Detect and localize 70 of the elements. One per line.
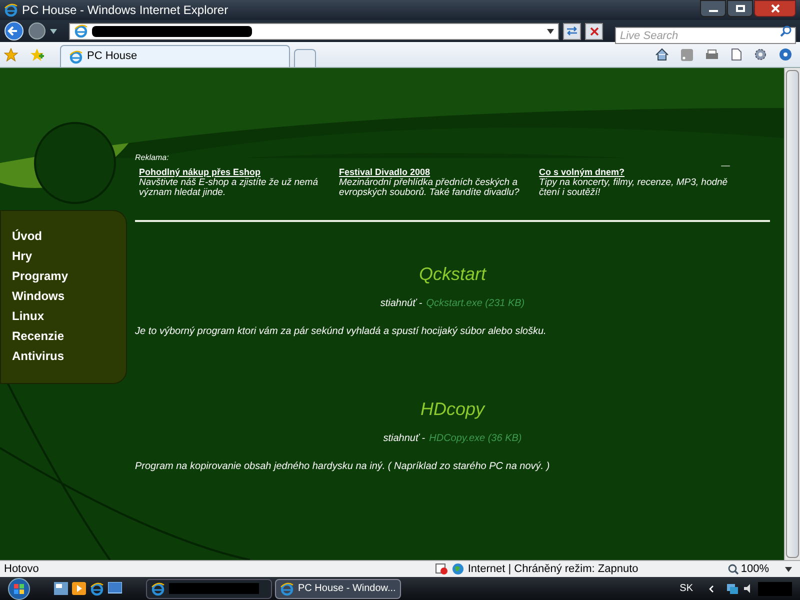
status-text: Hotovo bbox=[4, 562, 39, 577]
download-label: stiahnuť - bbox=[383, 433, 426, 445]
blocked-icon bbox=[434, 563, 448, 575]
back-button[interactable] bbox=[4, 21, 24, 41]
dropdown-icon[interactable] bbox=[785, 566, 792, 572]
ad-text: Navštivte náš E-shop a zjistíte že už nemá význam hledat jinde. bbox=[139, 178, 319, 198]
nav-link[interactable]: Programy bbox=[12, 269, 68, 283]
close-button[interactable] bbox=[754, 0, 796, 17]
program-title: Qckstart bbox=[418, 263, 486, 285]
program-title: HDcopy bbox=[420, 398, 485, 420]
star-icon[interactable] bbox=[4, 48, 18, 62]
refresh-icon bbox=[566, 26, 578, 36]
nav-link[interactable]: Linux bbox=[12, 309, 44, 323]
globe-icon bbox=[452, 563, 464, 575]
nav-link[interactable]: Hry bbox=[12, 249, 32, 263]
close-icon bbox=[770, 4, 780, 13]
zoom-icon[interactable] bbox=[728, 564, 739, 574]
ad-mark: –– bbox=[721, 160, 730, 172]
dropdown-icon[interactable] bbox=[50, 28, 57, 34]
ad-link[interactable]: Festival Divadlo 2008 bbox=[339, 167, 430, 178]
taskbar-button[interactable]: PC House - Window... bbox=[275, 578, 401, 598]
browser-icon bbox=[151, 582, 165, 596]
stop-icon bbox=[590, 26, 598, 36]
minimize-button[interactable] bbox=[700, 0, 726, 17]
help-icon[interactable] bbox=[779, 48, 792, 61]
redaction-bar bbox=[758, 582, 792, 596]
page-icon bbox=[69, 50, 83, 64]
address-field[interactable] bbox=[69, 22, 559, 40]
nav-link[interactable]: Úvod bbox=[12, 229, 42, 243]
download-link[interactable]: Qckstart.exe (231 KB) bbox=[426, 298, 525, 310]
stop-button[interactable] bbox=[585, 22, 603, 40]
page-menu-icon[interactable] bbox=[731, 48, 742, 61]
ads-label: Reklama: bbox=[135, 153, 170, 163]
language-indicator[interactable]: SK bbox=[680, 581, 693, 596]
zone-text: Internet | Chráněný režim: Zapnuto bbox=[468, 562, 640, 577]
network-icon[interactable] bbox=[726, 582, 739, 594]
download-link[interactable]: HDCopy.exe (36 KB) bbox=[429, 433, 522, 445]
dropdown-icon[interactable] bbox=[547, 28, 554, 34]
add-star-icon[interactable] bbox=[30, 48, 44, 62]
window-switcher-icon[interactable] bbox=[108, 582, 122, 595]
search-icon[interactable] bbox=[780, 24, 792, 36]
nav-link[interactable]: Antivirus bbox=[12, 349, 64, 363]
print-icon[interactable] bbox=[705, 48, 719, 60]
forward-button[interactable] bbox=[28, 22, 46, 40]
ad-text: Tipy na koncerty, filmy, recenze, MP3, hodně čtení i soutěží! bbox=[539, 178, 729, 198]
search-field[interactable]: Live Search bbox=[615, 27, 796, 44]
home-icon[interactable] bbox=[655, 48, 669, 61]
chevron-icon[interactable] bbox=[709, 584, 714, 592]
nav-link[interactable]: Recenzie bbox=[12, 329, 64, 343]
ad-link[interactable]: Co s volným dnem? bbox=[539, 167, 625, 178]
maximize-button[interactable] bbox=[727, 0, 753, 17]
browser-tab[interactable]: PC House bbox=[60, 45, 290, 67]
window-title: PC House - Windows Internet Explorer bbox=[22, 2, 228, 19]
taskbar-button[interactable] bbox=[146, 578, 272, 598]
ad-text: Mezinárodní přehlídka předních českých a evropských souborů. Také fandíte divadlu? bbox=[339, 178, 520, 198]
feed-icon[interactable] bbox=[681, 48, 693, 60]
desktop-icon[interactable] bbox=[54, 582, 68, 595]
ad-link[interactable]: Pohodlný nákup přes Eshop bbox=[139, 167, 261, 178]
browser-icon bbox=[4, 3, 18, 17]
settings-icon[interactable] bbox=[754, 48, 767, 61]
nav-link[interactable]: Windows bbox=[12, 289, 65, 303]
zoom-level[interactable]: 100% bbox=[740, 560, 769, 578]
media-player-icon[interactable] bbox=[72, 582, 86, 595]
program-description: Je to výborný program ktori vám za pár sekúnd vyhladá a spustí hocijaký súbor alebo slošku. bbox=[135, 326, 548, 338]
refresh-button[interactable] bbox=[563, 22, 581, 40]
download-label: stiahnúť - bbox=[380, 298, 422, 310]
browser-icon bbox=[280, 582, 294, 596]
browser-icon bbox=[90, 582, 104, 596]
program-description: Program na kopirovanie obsah jedného hardysku na iný. ( Napríklad zo starého PC na nový. ) bbox=[135, 461, 551, 473]
page-icon bbox=[74, 24, 88, 38]
